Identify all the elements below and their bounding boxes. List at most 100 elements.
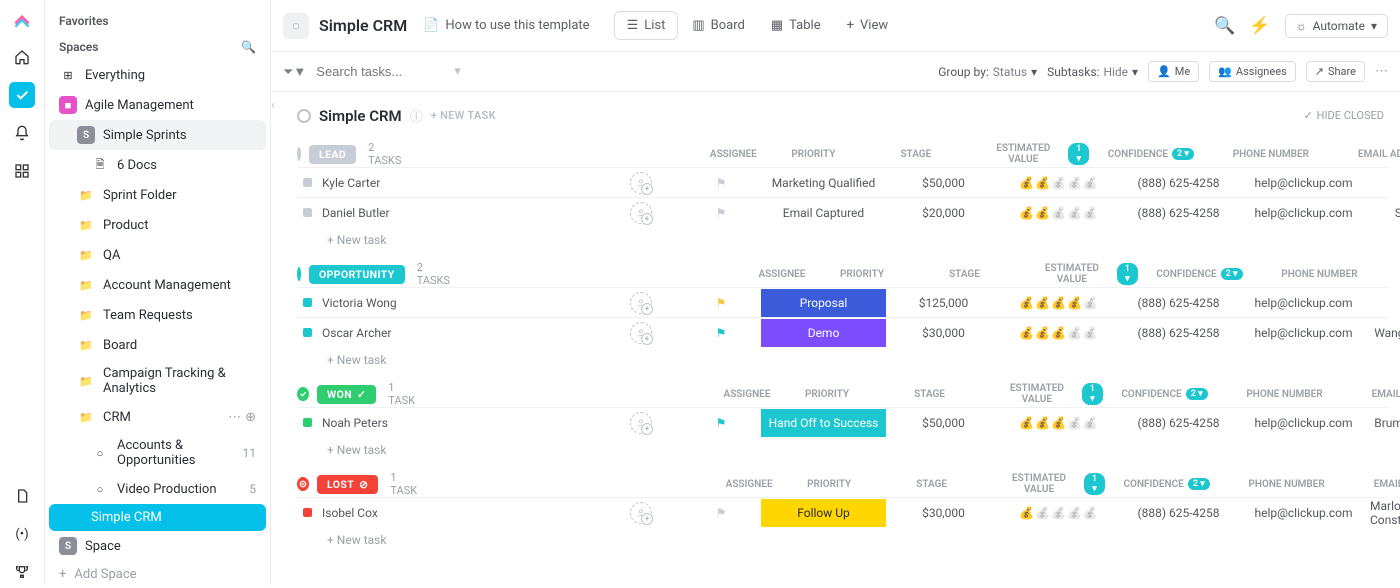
flag-icon[interactable]: ⚑ <box>716 296 727 310</box>
email-address[interactable]: help@clickup.com <box>1241 416 1366 430</box>
company[interactable]: ClickUp <box>1366 296 1400 310</box>
status-square-icon[interactable] <box>303 328 312 337</box>
group-by-dropdown[interactable]: Group by: Status ▾ <box>938 65 1037 79</box>
status-pill[interactable]: LEAD <box>309 145 356 164</box>
status-square-icon[interactable] <box>303 178 312 187</box>
filter-icon[interactable]: ⏷▼ <box>283 64 306 80</box>
sidebar-item-docs[interactable]: 🗎 6 Docs <box>49 150 266 180</box>
share-button[interactable]: ↗Share <box>1306 61 1365 82</box>
search-icon[interactable]: 🔍 <box>1214 16 1235 36</box>
status-pill[interactable]: OPPORTUNITY <box>309 265 405 284</box>
view-tab-list[interactable]: ☰List <box>614 11 679 40</box>
col-email[interactable]: EMAIL ADDRESS <box>1333 143 1400 165</box>
subtasks-dropdown[interactable]: Subtasks: Hide ▾ <box>1047 65 1138 79</box>
logo[interactable] <box>10 8 34 32</box>
stage-chip[interactable]: Follow Up <box>761 499 886 527</box>
sidebar-item-qa[interactable]: 📁QA <box>49 240 266 270</box>
status-square-icon[interactable] <box>303 418 312 427</box>
status-pill[interactable]: LOST ⊘ <box>317 475 378 494</box>
phone-number[interactable]: (888) 625-4258 <box>1116 326 1241 340</box>
sidebar-item-video-prod[interactable]: ○ Video Production 5 <box>49 474 266 504</box>
stage-chip[interactable]: Proposal <box>761 289 886 317</box>
assignee-placeholder[interactable] <box>630 172 652 194</box>
company[interactable]: Marlowe Constructio <box>1366 499 1400 527</box>
col-priority[interactable]: PRIORITY <box>773 143 853 165</box>
col-stage[interactable]: STAGE <box>902 263 1027 285</box>
list-settings-icon[interactable]: ◌ <box>283 13 309 39</box>
col-priority[interactable]: PRIORITY <box>789 473 869 495</box>
view-tab-board[interactable]: ▥Board <box>680 12 757 39</box>
home-icon[interactable] <box>9 44 35 70</box>
phone-number[interactable]: (888) 625-4258 <box>1116 176 1241 190</box>
task-row[interactable]: Isobel Cox ⚑ Follow Up $30,000 💰💰💰💰💰 (88… <box>297 497 1388 527</box>
col-priority[interactable]: PRIORITY <box>787 383 867 405</box>
task-row[interactable]: Oscar Archer ⚑ Demo $30,000 💰💰💰💰💰 (888) … <box>297 317 1388 347</box>
automate-button[interactable]: ☼ Automate ▾ <box>1285 14 1388 38</box>
col-phone[interactable]: PHONE NUMBER <box>1257 263 1382 285</box>
col-email[interactable]: EMAIL ADDRESS <box>1347 383 1400 405</box>
sidebar-item-product[interactable]: 📁Product <box>49 210 266 240</box>
search-tasks[interactable]: ▾ <box>316 64 461 79</box>
email-address[interactable]: help@clickup.com <box>1241 176 1366 190</box>
me-button[interactable]: 👤Me <box>1148 61 1199 82</box>
search-input[interactable] <box>316 64 446 79</box>
confidence-bags[interactable]: 💰💰💰💰💰 <box>1019 206 1098 220</box>
col-phone[interactable]: PHONE NUMBER <box>1208 143 1333 165</box>
sidebar-add-space[interactable]: +Add Space <box>49 561 266 588</box>
confidence-bags[interactable]: 💰💰💰💰💰 <box>1019 506 1098 520</box>
email-address[interactable]: help@clickup.com <box>1241 296 1366 310</box>
flag-icon[interactable]: ⚑ <box>716 416 727 430</box>
estimated-value[interactable]: $50,000 <box>886 416 1001 430</box>
col-stage[interactable]: STAGE <box>853 143 978 165</box>
task-row[interactable]: Noah Peters ⚑ Hand Off to Success $50,00… <box>297 407 1388 437</box>
spaces-header[interactable]: Spaces 🔍 <box>49 34 266 60</box>
sidebar-item-crm[interactable]: 📁 CRM ⋯⊕ <box>49 402 266 432</box>
col-estimated[interactable]: ESTIMATED VALUE1 ▾ <box>978 143 1093 165</box>
email-address[interactable]: help@clickup.com <box>1241 506 1366 520</box>
estimated-value[interactable]: $125,000 <box>886 296 1001 310</box>
more-icon[interactable]: ⋯ <box>1375 64 1388 79</box>
col-phone[interactable]: PHONE NUMBER <box>1224 473 1349 495</box>
new-task-link[interactable]: + New task <box>297 527 1388 553</box>
phone-number[interactable]: (888) 625-4258 <box>1116 296 1241 310</box>
stage-chip[interactable]: Marketing Qualified <box>761 169 886 197</box>
sidebar-item-space[interactable]: SSpace <box>49 531 266 561</box>
status-circle-icon[interactable] <box>297 109 311 123</box>
col-assignee[interactable]: ASSIGNEE <box>709 473 789 495</box>
col-estimated[interactable]: ESTIMATED VALUE1 ▾ <box>992 383 1107 405</box>
email-address[interactable]: help@clickup.com <box>1241 326 1366 340</box>
stage-chip[interactable]: Hand Off to Success <box>761 409 886 437</box>
sidebar-item-simple-sprints[interactable]: S Simple Sprints <box>49 120 266 150</box>
confidence-bags[interactable]: 💰💰💰💰💰 <box>1019 296 1098 310</box>
company[interactable]: Surf Shop <box>1366 206 1400 220</box>
company[interactable]: Mango <box>1366 176 1400 190</box>
status-square-icon[interactable] <box>303 208 312 217</box>
check-icon[interactable] <box>9 82 35 108</box>
stage-chip[interactable]: Demo <box>761 319 886 347</box>
search-icon[interactable]: 🔍 <box>241 40 256 54</box>
col-estimated[interactable]: ESTIMATED VALUE1 ▾ <box>994 473 1109 495</box>
estimated-value[interactable]: $50,000 <box>886 176 1001 190</box>
col-assignee[interactable]: ASSIGNEE <box>693 143 773 165</box>
estimated-value[interactable]: $30,000 <box>886 506 1001 520</box>
signal-icon[interactable]: (•) <box>9 521 35 547</box>
col-stage[interactable]: STAGE <box>869 473 994 495</box>
col-assignee[interactable]: ASSIGNEE <box>707 383 787 405</box>
estimated-value[interactable]: $30,000 <box>886 326 1001 340</box>
status-circle-icon[interactable] <box>297 147 301 161</box>
email-address[interactable]: help@clickup.com <box>1241 206 1366 220</box>
col-confidence[interactable]: CONFIDENCE2 ▾ <box>1107 383 1222 405</box>
flag-icon[interactable]: ⚑ <box>716 176 727 190</box>
more-icon[interactable]: ⋯ <box>228 410 241 425</box>
assignee-placeholder[interactable] <box>630 502 652 524</box>
doc-icon[interactable] <box>9 483 35 509</box>
col-confidence[interactable]: CONFIDENCE2 ▾ <box>1142 263 1257 285</box>
assignee-placeholder[interactable] <box>630 322 652 344</box>
col-confidence[interactable]: CONFIDENCE2 ▾ <box>1109 473 1224 495</box>
col-priority[interactable]: PRIORITY <box>822 263 902 285</box>
view-tab-table[interactable]: ▦Table <box>759 12 833 39</box>
col-confidence[interactable]: CONFIDENCE2 ▾ <box>1093 143 1208 165</box>
collapse-panel-icon[interactable]: ‹ <box>271 98 275 113</box>
flag-icon[interactable]: ⚑ <box>716 506 727 520</box>
phone-number[interactable]: (888) 625-4258 <box>1116 416 1241 430</box>
